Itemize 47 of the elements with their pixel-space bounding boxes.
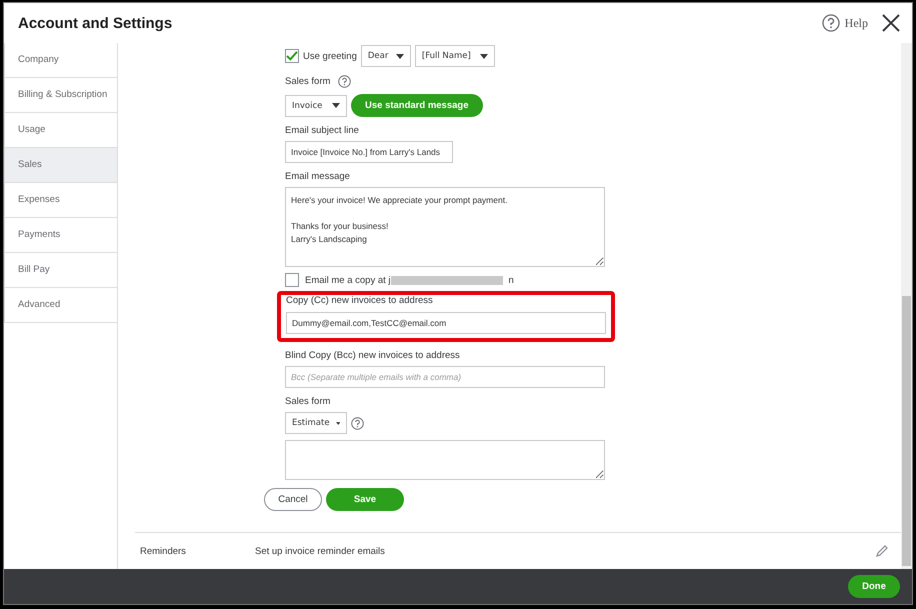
sidebar-item[interactable]: Usage <box>4 113 117 148</box>
sidebar-item[interactable]: Expenses <box>4 183 117 218</box>
checkbox-label: Email me a copy at j <box>305 274 391 286</box>
help-icon <box>351 416 364 430</box>
standard-message-button[interactable]: Use standard message <box>351 94 482 117</box>
sidebar-item[interactable]: Payments <box>4 218 117 253</box>
help-icon <box>338 75 352 88</box>
sidebar-item[interactable]: Advanced <box>4 288 117 323</box>
caret-icon <box>336 420 340 426</box>
window-title: Account and Settings <box>18 14 172 32</box>
message-field[interactable] <box>285 440 605 480</box>
salutation-dropdown[interactable]: Dear <box>360 45 411 67</box>
caret-icon <box>396 54 404 58</box>
sidebar-item[interactable]: Company <box>4 43 117 78</box>
cc-field[interactable]: Dummy@email.com,TestCC@email.com <box>286 312 606 334</box>
field-label: Sales form <box>285 396 330 407</box>
sidebar-item[interactable]: Bill Pay <box>4 253 117 288</box>
sales-form-dropdown[interactable]: Estimate <box>285 412 347 434</box>
checkbox[interactable] <box>285 273 299 287</box>
section-label: Reminders <box>139 546 187 556</box>
close-icon[interactable] <box>882 14 900 32</box>
field-label: Sales form <box>285 76 330 87</box>
sidebar-item[interactable]: Billing & Subscription <box>4 78 117 113</box>
help-icon <box>822 14 840 32</box>
subject-field[interactable]: Invoice [Invoice No.] from Larry's Lands <box>285 141 453 163</box>
field-label: Email subject line <box>285 125 359 136</box>
field-label: Email message <box>285 171 350 182</box>
help-link[interactable]: Help <box>822 14 868 32</box>
section-description: Set up invoice reminder emails <box>255 546 386 556</box>
bcc-field[interactable]: Bcc (Separate multiple emails with a comma) <box>285 366 605 388</box>
scroll-thumb[interactable] <box>902 296 911 566</box>
field-label: Blind Copy (Bcc) new invoices to address <box>285 350 460 361</box>
message-field[interactable]: Here's your invoice! We appreciate your prompt payment. Thanks for your business! Larry's Landscaping <box>285 187 605 267</box>
checkbox-label: n <box>508 274 514 286</box>
pencil-icon[interactable] <box>875 544 889 558</box>
scrollbar[interactable] <box>901 43 912 569</box>
cancel-button[interactable]: Cancel <box>264 488 322 511</box>
done-button[interactable]: Done <box>848 575 900 598</box>
sales-form-dropdown[interactable]: Invoice <box>285 94 347 116</box>
caret-icon <box>332 103 340 108</box>
name-format-dropdown[interactable]: [Full Name] <box>414 45 495 67</box>
checkbox[interactable] <box>285 49 299 63</box>
caret-icon <box>480 54 488 58</box>
save-button[interactable]: Save <box>326 488 404 511</box>
field-label: Copy (Cc) new invoices to address <box>286 295 434 306</box>
checkbox-label: Use greeting <box>303 50 357 62</box>
sidebar-item[interactable]: Sales <box>4 148 117 183</box>
